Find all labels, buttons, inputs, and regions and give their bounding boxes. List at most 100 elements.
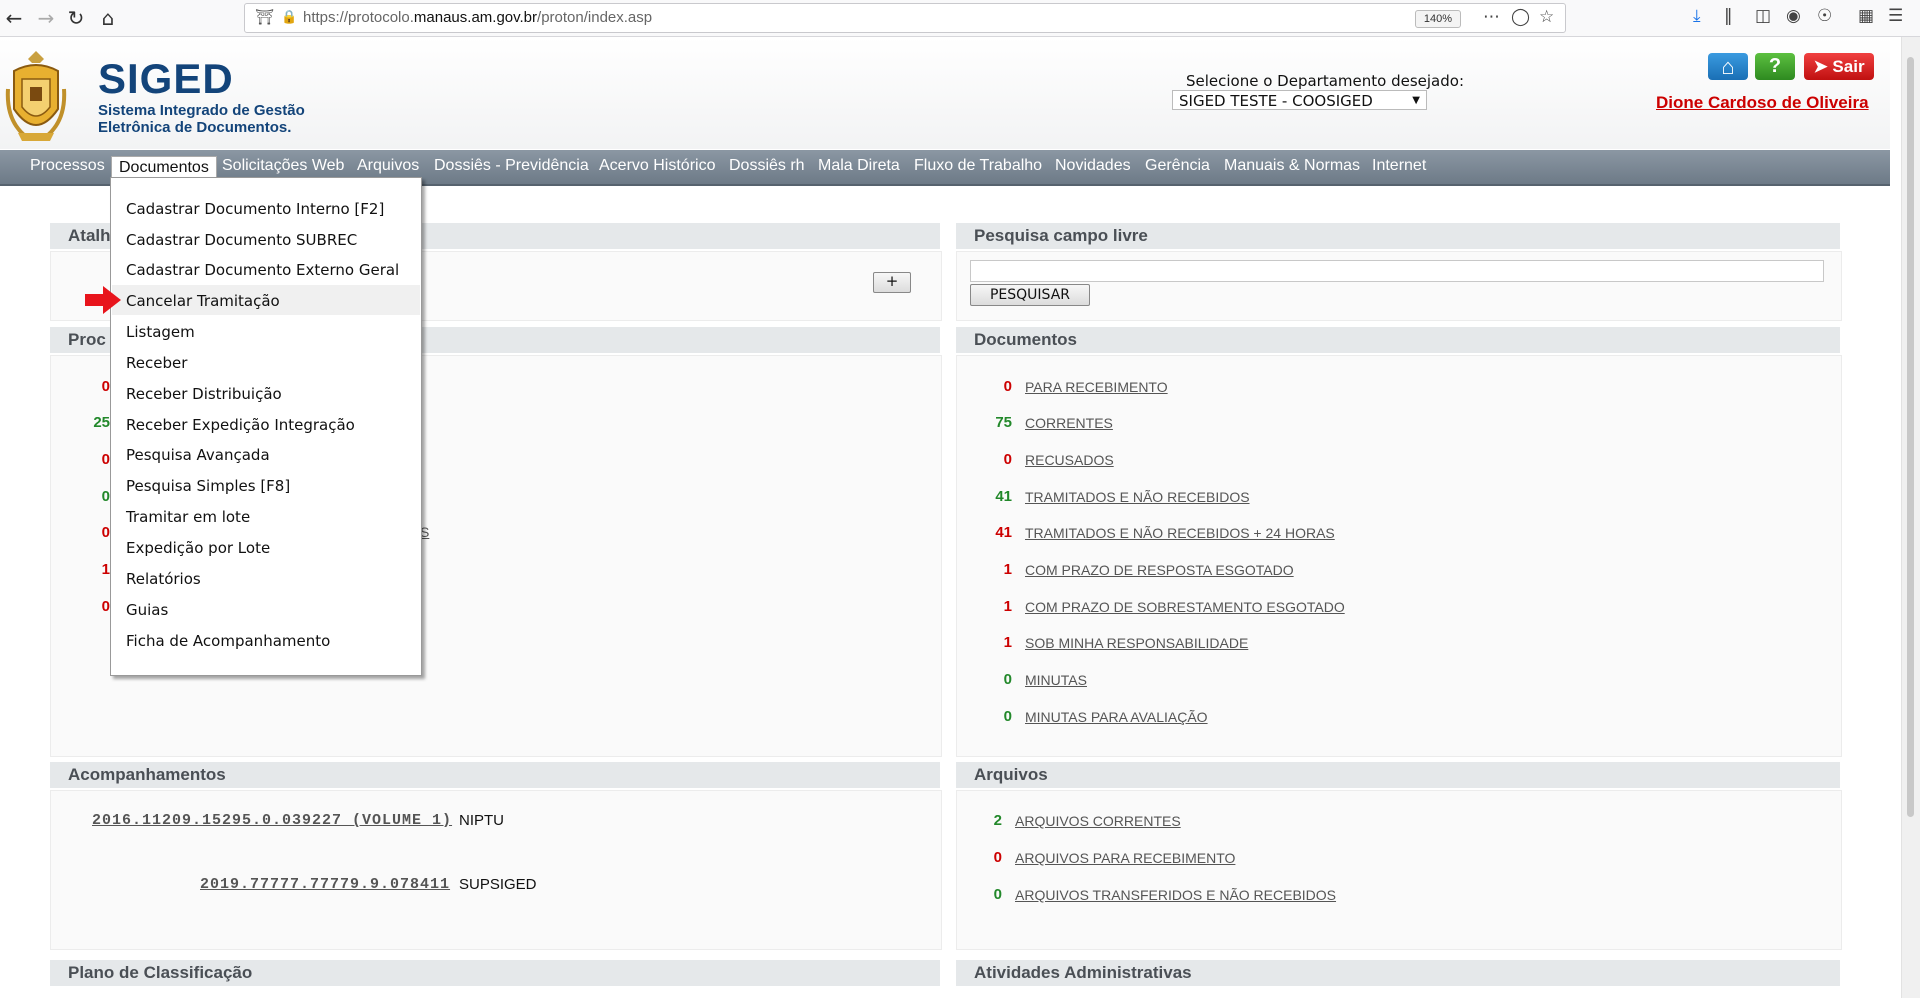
more-actions-icon[interactable]: ⋯ (1483, 7, 1500, 27)
menu-arquivos[interactable]: Arquivos (357, 157, 419, 175)
menu-item-cadastrar-externo[interactable]: Cadastrar Documento Externo Geral (126, 261, 399, 279)
add-shortcut-button[interactable]: + (873, 272, 911, 293)
page-scrollbar[interactable] (1901, 37, 1920, 998)
bookmark-star-icon[interactable]: ☆ (1539, 7, 1554, 27)
menu-novidades[interactable]: Novidades (1055, 157, 1131, 175)
processos-count: 0 (101, 451, 110, 468)
lock-icon[interactable]: 🔒 (281, 10, 297, 25)
menu-fluxo-de-trabalho[interactable]: Fluxo de Trabalho (914, 157, 1042, 175)
arquivos-panel-title: Arquivos (956, 762, 1840, 788)
sidebar-icon[interactable]: ◫ (1755, 6, 1771, 26)
account-icon[interactable]: ◉ (1786, 6, 1801, 26)
doc-count: 1 (1003, 634, 1012, 651)
processos-count: 1 (101, 561, 110, 578)
arquivo-link-transferidos[interactable]: ARQUIVOS TRANSFERIDOS E NÃO RECEBIDOS (1015, 887, 1336, 903)
red-arrow-icon (85, 286, 121, 314)
menu-internet[interactable]: Internet (1372, 157, 1426, 175)
browser-toolbar: ← → ↻ ⌂ ⛩ 🔒 https://protocolo.manaus.am.… (0, 0, 1920, 37)
home-button[interactable]: ⌂ (1708, 53, 1748, 80)
doc-link-tramitados-24h[interactable]: TRAMITADOS E NÃO RECEBIDOS + 24 HORAS (1025, 525, 1335, 541)
tracking-link[interactable]: 2019.77777.77779.9.078411 (200, 876, 450, 893)
menu-manuais-normas[interactable]: Manuais & Normas (1224, 157, 1360, 175)
doc-link-tramitados[interactable]: TRAMITADOS E NÃO RECEBIDOS (1025, 489, 1250, 505)
menu-item-tramitar-lote[interactable]: Tramitar em lote (126, 508, 250, 526)
menu-item-receber[interactable]: Receber (126, 354, 187, 372)
doc-link-prazo-sobrestamento[interactable]: COM PRAZO DE SOBRESTAMENTO ESGOTADO (1025, 599, 1345, 615)
doc-count: 0 (1003, 378, 1012, 395)
forward-icon[interactable]: → (34, 6, 58, 30)
menu-mala-direta[interactable]: Mala Direta (818, 157, 900, 175)
menu-item-cancelar-tramitacao[interactable]: Cancelar Tramitação (126, 292, 280, 310)
menu-item-cadastrar-interno[interactable]: Cadastrar Documento Interno [F2] (126, 200, 384, 218)
page-header: SIGED Sistema Integrado de Gestão Eletrô… (0, 37, 1890, 149)
tracking-link[interactable]: 2016.11209.15295.0.039227 (VOLUME 1) (92, 812, 452, 829)
tracking-unit: NIPTU (459, 812, 504, 829)
free-search-input[interactable] (970, 260, 1824, 282)
menu-dossies-previdencia[interactable]: Dossiês - Previdência (434, 157, 589, 175)
menu-item-guias[interactable]: Guias (126, 601, 168, 619)
menu-item-relatorios[interactable]: Relatórios (126, 570, 201, 588)
user-name-link[interactable]: Dione Cardoso de Oliveira (1656, 93, 1869, 113)
menu-solicitacoes-web[interactable]: Solicitações Web (222, 157, 344, 175)
help-button[interactable]: ? (1755, 53, 1795, 80)
menu-icon[interactable]: ☰ (1888, 6, 1903, 26)
exit-label: Sair (1832, 57, 1865, 76)
shield-icon[interactable]: ⛩ (255, 8, 274, 26)
extensions-icon[interactable]: ▦ (1858, 6, 1874, 26)
doc-count: 0 (1003, 671, 1012, 688)
doc-link-minha-responsabilidade[interactable]: SOB MINHA RESPONSABILIDADE (1025, 635, 1248, 651)
chevron-down-icon: ▼ (1412, 95, 1420, 106)
menu-acervo-historico[interactable]: Acervo Histórico (599, 157, 715, 175)
doc-count: 1 (1003, 598, 1012, 615)
acompanhamentos-panel-title: Acompanhamentos (50, 762, 940, 788)
processos-count: 0 (101, 598, 110, 615)
processos-count: 25 (93, 414, 110, 431)
profile-icon[interactable]: ☉ (1817, 6, 1832, 26)
documentos-dropdown-menu: Cadastrar Documento Interno [F2] Cadastr… (110, 177, 422, 676)
menu-item-pesquisa-simples[interactable]: Pesquisa Simples [F8] (126, 477, 290, 495)
doc-link-minutas[interactable]: MINUTAS (1025, 672, 1087, 688)
tracking-unit: SUPSIGED (459, 876, 537, 893)
arquivo-count: 2 (993, 812, 1002, 829)
menu-gerencia[interactable]: Gerência (1145, 157, 1210, 175)
menu-processos[interactable]: Processos (30, 157, 105, 175)
arquivo-link-correntes[interactable]: ARQUIVOS CORRENTES (1015, 813, 1181, 829)
scrollbar-thumb[interactable] (1907, 57, 1914, 817)
doc-count: 75 (995, 414, 1012, 431)
menu-item-listagem[interactable]: Listagem (126, 323, 195, 341)
processos-count: 0 (101, 378, 110, 395)
doc-count: 41 (995, 488, 1012, 505)
arquivo-link-recebimento[interactable]: ARQUIVOS PARA RECEBIMENTO (1015, 850, 1235, 866)
arquivo-count: 0 (993, 849, 1002, 866)
library-icon[interactable]: ‖ (1724, 6, 1733, 26)
menu-item-ficha-acompanhamento[interactable]: Ficha de Acompanhamento (126, 632, 330, 650)
app-subtitle: Sistema Integrado de Gestão Eletrônica d… (98, 102, 305, 136)
doc-count: 0 (1003, 451, 1012, 468)
menu-item-expedicao-lote[interactable]: Expedição por Lote (126, 539, 270, 557)
doc-link-recusados[interactable]: RECUSADOS (1025, 452, 1114, 468)
menu-item-receber-distribuicao[interactable]: Receber Distribuição (126, 385, 282, 403)
url-text[interactable]: https://protocolo.manaus.am.gov.br/proto… (303, 9, 652, 26)
search-button[interactable]: PESQUISAR (970, 284, 1090, 306)
atividades-panel-title: Atividades Administrativas (956, 960, 1840, 986)
exit-button[interactable]: ➤ Sair (1804, 53, 1874, 80)
download-icon[interactable]: ⤓ (1693, 6, 1701, 26)
doc-link-correntes[interactable]: CORRENTES (1025, 415, 1113, 431)
reload-icon[interactable]: ↻ (64, 6, 88, 30)
address-bar[interactable]: ⛩ 🔒 https://protocolo.manaus.am.gov.br/p… (244, 3, 1566, 33)
back-icon[interactable]: ← (2, 6, 26, 30)
search-panel-title: Pesquisa campo livre (956, 223, 1840, 249)
doc-link-minutas-avaliacao[interactable]: MINUTAS PARA AVALIAÇÃO (1025, 709, 1208, 725)
menu-item-pesquisa-avancada[interactable]: Pesquisa Avançada (126, 446, 270, 464)
menu-item-cadastrar-subrec[interactable]: Cadastrar Documento SUBREC (126, 231, 357, 249)
menu-item-receber-expedicao[interactable]: Receber Expedição Integração (126, 416, 355, 434)
home-icon[interactable]: ⌂ (96, 6, 120, 30)
menu-dossies-rh[interactable]: Dossiês rh (729, 157, 805, 175)
department-select[interactable]: SIGED TESTE - COOSIGED ▼ (1172, 90, 1427, 110)
help-label: ? (1768, 55, 1782, 77)
doc-link-para-recebimento[interactable]: PARA RECEBIMENTO (1025, 379, 1168, 395)
department-label: Selecione o Departamento desejado: (1186, 72, 1464, 90)
zoom-level[interactable]: 140% (1415, 10, 1461, 28)
doc-link-prazo-resposta[interactable]: COM PRAZO DE RESPOSTA ESGOTADO (1025, 562, 1294, 578)
pocket-icon[interactable]: ◯ (1511, 7, 1530, 27)
